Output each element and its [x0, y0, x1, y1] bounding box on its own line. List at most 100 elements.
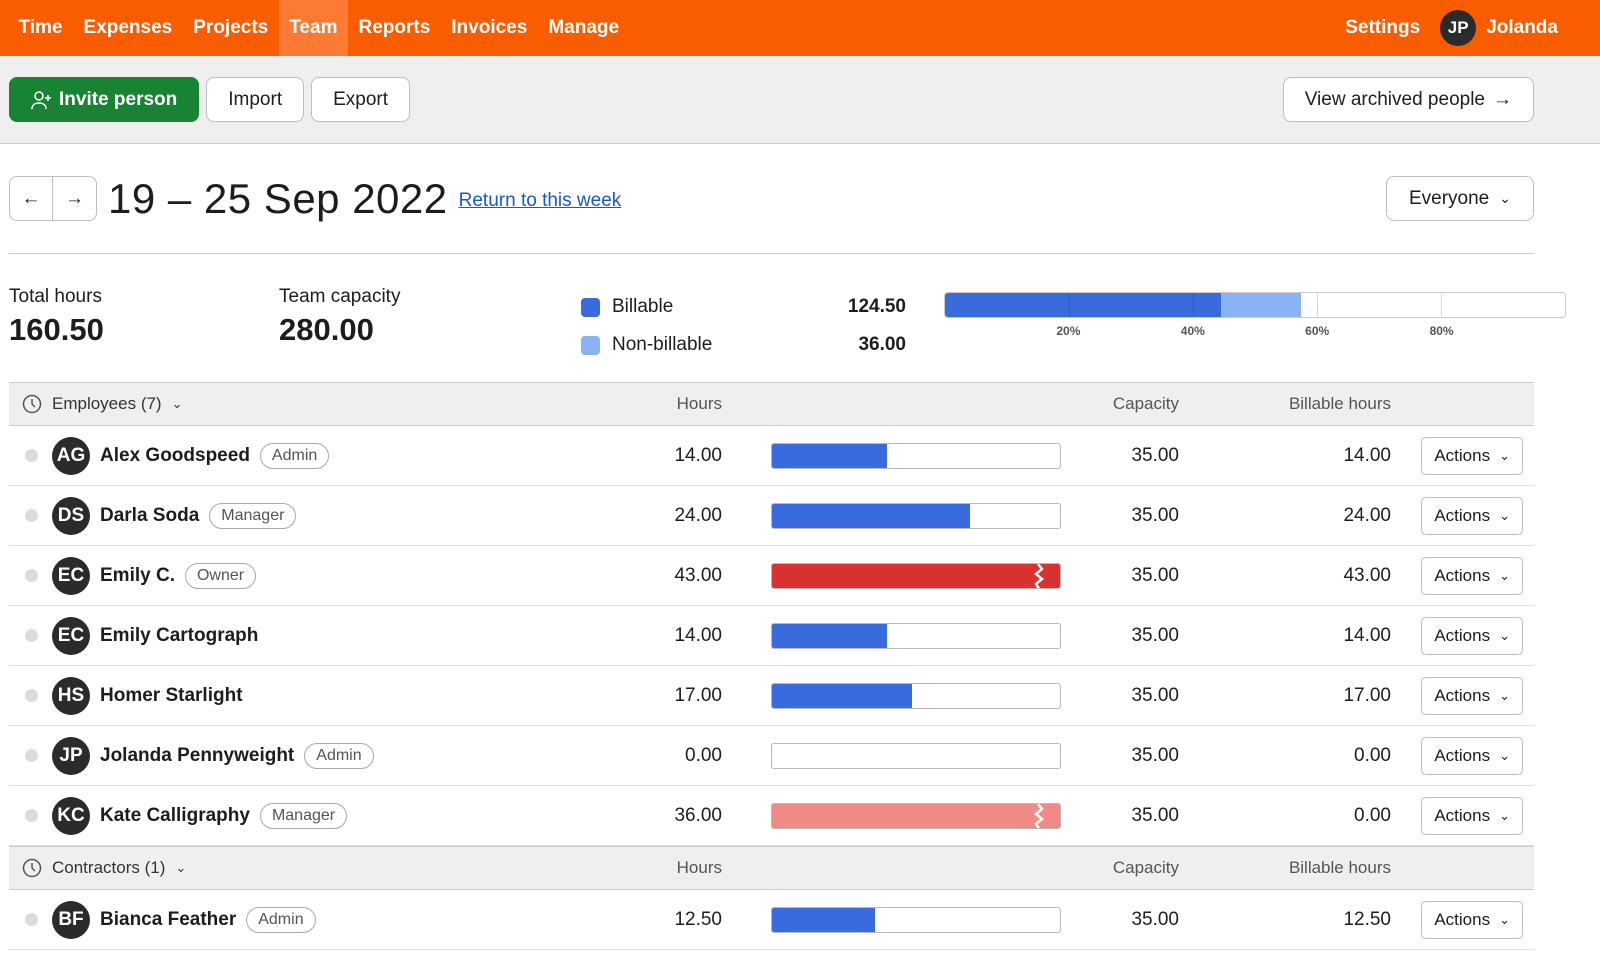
- grid-line: [1193, 293, 1194, 317]
- actions-dropdown[interactable]: Actions ⌄: [1421, 616, 1523, 655]
- user-avatar: JP: [1440, 10, 1477, 46]
- group-toggle[interactable]: Contractors (1) ⌄: [9, 858, 186, 878]
- tick-label: 20%: [1056, 324, 1081, 338]
- total-hours-value: 160.50: [9, 312, 104, 347]
- chevron-down-icon: ⌄: [175, 860, 187, 875]
- group-label: Employees (7): [52, 394, 162, 413]
- table-row: KC Kate Calligraphy Manager 36.00 35.00 0…: [9, 786, 1534, 846]
- settings-link[interactable]: Settings: [1345, 17, 1420, 39]
- people-table: Employees (7) ⌄ Hours Capacity Billable h…: [9, 382, 1534, 950]
- person-name[interactable]: Darla Soda: [100, 505, 199, 527]
- import-button[interactable]: Import: [206, 77, 305, 122]
- avatar: AG: [52, 436, 90, 475]
- total-hours-label: Total hours: [9, 286, 102, 307]
- actions-dropdown[interactable]: Actions ⌄: [1421, 736, 1523, 775]
- team-hours-bar: [944, 292, 1566, 318]
- actions-dropdown[interactable]: Actions ⌄: [1421, 676, 1523, 715]
- actions-dropdown[interactable]: Actions ⌄: [1421, 496, 1523, 535]
- clock-icon: [22, 858, 42, 878]
- next-week-button[interactable]: →: [53, 177, 96, 220]
- chevron-down-icon: ⌄: [1499, 687, 1510, 703]
- billable-hours-value: 0.00: [1354, 804, 1391, 826]
- main-nav: Time Expenses Projects Team Reports Invoices M…: [8, 0, 630, 56]
- table-row: JP Jolanda Pennyweight Admin 0.00 35.00 0…: [9, 726, 1534, 786]
- billable-segment: [945, 293, 1221, 317]
- tick-label: 80%: [1429, 324, 1454, 338]
- group-toggle[interactable]: Employees (7) ⌄: [9, 394, 183, 414]
- team-capacity-value: 280.00: [279, 312, 374, 347]
- column-capacity: Capacity: [1112, 858, 1179, 877]
- column-hours: Hours: [676, 858, 722, 877]
- user-menu[interactable]: JP Jolanda: [1440, 10, 1558, 46]
- nav-item-team[interactable]: Team: [278, 0, 348, 56]
- nonbillable-label: Non-billable: [612, 334, 713, 355]
- actions-label: Actions: [1434, 625, 1491, 645]
- nav-item-expenses[interactable]: Expenses: [73, 0, 183, 56]
- actions-dropdown[interactable]: Actions ⌄: [1421, 556, 1523, 595]
- person-name[interactable]: Kate Calligraphy: [100, 805, 250, 827]
- actions-dropdown[interactable]: Actions ⌄: [1421, 436, 1523, 475]
- billable-value: 124.50: [847, 296, 906, 317]
- status-dot: [25, 689, 38, 702]
- actions-dropdown[interactable]: Actions ⌄: [1421, 796, 1523, 835]
- hours-bar: [771, 502, 1061, 529]
- avatar: JP: [52, 736, 90, 775]
- hours-bar-fill: [772, 907, 875, 932]
- nav-item-invoices[interactable]: Invoices: [441, 0, 538, 56]
- status-dot: [25, 913, 38, 926]
- hours-bar: [771, 622, 1061, 649]
- user-name: Jolanda: [1486, 17, 1558, 38]
- billable-hours-value: 43.00: [1343, 564, 1391, 586]
- nav-item-projects[interactable]: Projects: [183, 0, 279, 56]
- actions-dropdown[interactable]: Actions ⌄: [1421, 900, 1523, 939]
- person-name[interactable]: Emily C.: [100, 565, 175, 587]
- chevron-down-icon: ⌄: [1499, 911, 1510, 927]
- hours-bar-fill: [772, 443, 888, 468]
- hours-value: 14.00: [674, 624, 722, 646]
- return-to-week-link[interactable]: Return to this week: [459, 190, 622, 212]
- person-name[interactable]: Alex Goodspeed: [100, 445, 250, 467]
- capacity-value: 35.00: [1131, 444, 1179, 466]
- person-name[interactable]: Bianca Feather: [100, 909, 236, 931]
- tick-label: 40%: [1180, 324, 1205, 338]
- actions-label: Actions: [1434, 745, 1491, 765]
- filter-value: Everyone: [1408, 187, 1490, 209]
- avatar: DS: [52, 496, 90, 535]
- nav-item-time[interactable]: Time: [8, 0, 73, 56]
- actions-label: Actions: [1434, 565, 1491, 585]
- avatar: HS: [52, 676, 90, 715]
- actions-label: Actions: [1434, 909, 1491, 929]
- clock-icon: [22, 394, 42, 414]
- role-badge: Admin: [304, 742, 374, 769]
- role-badge: Admin: [259, 442, 330, 469]
- total-hours-stat: Total hours 160.50: [9, 286, 279, 348]
- status-dot: [25, 629, 38, 642]
- team-capacity-label: Team capacity: [279, 286, 401, 307]
- hours-bar: [771, 682, 1061, 709]
- view-archived-button[interactable]: View archived people →: [1282, 77, 1534, 122]
- hours-bar-fill: [772, 563, 1060, 588]
- person-name[interactable]: Jolanda Pennyweight: [100, 745, 294, 767]
- billable-swatch: [581, 297, 600, 317]
- chevron-down-icon: ⌄: [1499, 807, 1510, 823]
- export-button[interactable]: Export: [311, 77, 411, 122]
- invite-person-button[interactable]: Invite person: [9, 77, 200, 122]
- nav-item-manage[interactable]: Manage: [538, 0, 630, 56]
- chevron-down-icon: ⌄: [1499, 447, 1510, 463]
- people-filter-dropdown[interactable]: Everyone ⌄: [1385, 176, 1534, 221]
- person-name[interactable]: Emily Cartograph: [100, 625, 258, 647]
- chevron-down-icon: ⌄: [1499, 190, 1511, 206]
- nav-item-reports[interactable]: Reports: [348, 0, 441, 56]
- hours-bar: [771, 906, 1061, 933]
- status-dot: [25, 749, 38, 762]
- hours-value: 36.00: [674, 804, 722, 826]
- previous-week-button[interactable]: ←: [10, 177, 53, 220]
- nonbillable-swatch: [581, 335, 600, 355]
- person-name[interactable]: Homer Starlight: [100, 685, 243, 707]
- avatar: BF: [52, 900, 90, 939]
- hours-bar-fill: [772, 503, 970, 528]
- table-row: BF Bianca Feather Admin 12.50 35.00 12.50…: [9, 890, 1534, 950]
- column-capacity: Capacity: [1112, 394, 1179, 413]
- capacity-value: 35.00: [1131, 804, 1179, 826]
- hours-bar: [771, 742, 1061, 769]
